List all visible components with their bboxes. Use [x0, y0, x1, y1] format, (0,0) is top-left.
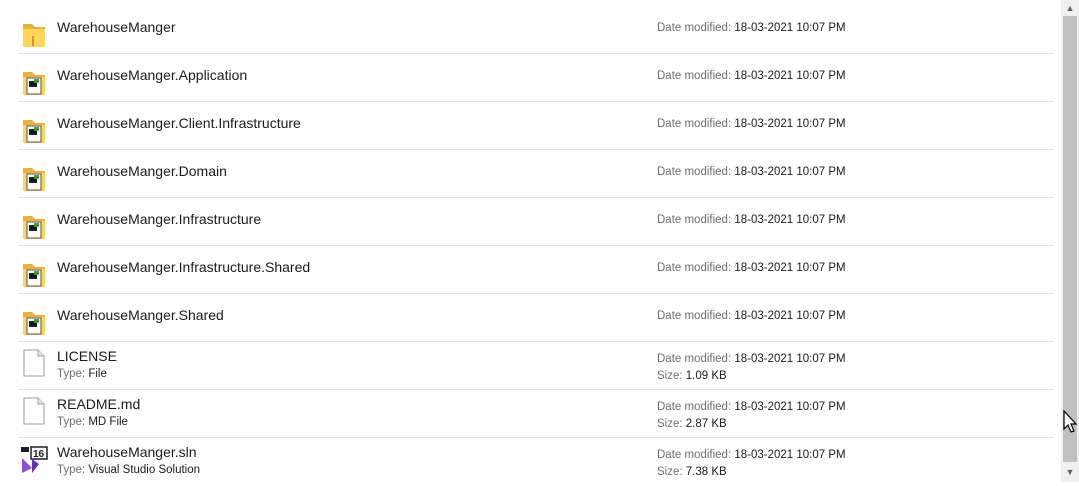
item-name: LICENSE	[57, 348, 117, 364]
folder-icon	[20, 20, 48, 50]
item-name: WarehouseManger.Client.Infrastructure	[57, 115, 301, 131]
item-name: WarehouseManger	[57, 19, 176, 35]
date-value: 18-03-2021 10:07 PM	[734, 262, 846, 274]
file-icon	[20, 396, 48, 426]
type-value: File	[88, 368, 107, 380]
list-item[interactable]: README.md Type: MD File Date modified: 18-…	[0, 390, 1054, 438]
list-item[interactable]: WarehouseManger.Client.Infrastructure Dat…	[0, 102, 1054, 150]
item-name: WarehouseManger.Application	[57, 67, 248, 83]
date-label: Date modified:	[657, 70, 732, 82]
scrollbar-thumb[interactable]	[1063, 16, 1077, 462]
item-name: WarehouseManger.Infrastructure.Shared	[57, 259, 311, 275]
project-folder-icon	[20, 212, 48, 242]
date-modified: Date modified: 18-03-2021 10:07 PM	[657, 22, 846, 34]
date-label: Date modified:	[657, 353, 732, 365]
list-item[interactable]: WarehouseManger.Application Date modified…	[0, 54, 1054, 102]
date-modified: Date modified: 18-03-2021 10:07 PM	[657, 449, 846, 461]
date-label: Date modified:	[657, 214, 732, 226]
date-label: Date modified:	[657, 401, 732, 413]
visual-studio-solution-icon: 16	[20, 444, 48, 474]
list-item[interactable]: WarehouseManger.Shared Date modified: 18-…	[0, 294, 1054, 342]
project-folder-icon	[20, 68, 48, 98]
date-label: Date modified:	[657, 22, 732, 34]
date-value: 18-03-2021 10:07 PM	[734, 401, 846, 413]
item-type: Type: File	[57, 368, 107, 380]
date-label: Date modified:	[657, 262, 732, 274]
date-modified: Date modified: 18-03-2021 10:07 PM	[657, 401, 846, 413]
type-label: Type:	[57, 464, 86, 476]
type-label: Type:	[57, 368, 86, 380]
file-size: Size: 1.09 KB	[657, 370, 727, 382]
file-icon	[20, 348, 48, 378]
date-label: Date modified:	[657, 310, 732, 322]
mouse-cursor-icon	[1063, 410, 1078, 433]
list-item[interactable]: WarehouseManger.Infrastructure.Shared Dat…	[0, 246, 1054, 294]
project-folder-icon	[20, 308, 48, 338]
date-label: Date modified:	[657, 166, 732, 178]
size-value: 1.09 KB	[685, 370, 727, 382]
list-item[interactable]: 16 WarehouseManger.sln Type: Visual Studio…	[0, 438, 1054, 486]
date-value: 18-03-2021 10:07 PM	[734, 214, 846, 226]
date-modified: Date modified: 18-03-2021 10:07 PM	[657, 166, 846, 178]
date-value: 18-03-2021 10:07 PM	[734, 449, 846, 461]
date-value: 18-03-2021 10:07 PM	[734, 353, 846, 365]
file-list: WarehouseManger Date modified: 18-03-2021…	[0, 0, 1060, 482]
type-value: MD File	[88, 416, 128, 428]
svg-text:16: 16	[33, 449, 45, 460]
file-size: Size: 7.38 KB	[657, 466, 727, 478]
item-name: WarehouseManger.Infrastructure	[57, 211, 262, 227]
scroll-down-arrow-icon[interactable]: ▼	[1061, 464, 1079, 480]
size-value: 7.38 KB	[685, 466, 727, 478]
project-folder-icon	[20, 164, 48, 194]
date-value: 18-03-2021 10:07 PM	[734, 70, 846, 82]
date-value: 18-03-2021 10:07 PM	[734, 166, 846, 178]
item-name: WarehouseManger.Domain	[57, 163, 227, 179]
date-label: Date modified:	[657, 449, 732, 461]
date-modified: Date modified: 18-03-2021 10:07 PM	[657, 262, 846, 274]
item-name: WarehouseManger.Shared	[57, 307, 224, 323]
file-size: Size: 2.87 KB	[657, 418, 727, 430]
type-value: Visual Studio Solution	[88, 464, 201, 476]
size-label: Size:	[657, 418, 683, 430]
size-label: Size:	[657, 466, 683, 478]
date-label: Date modified:	[657, 118, 732, 130]
list-item[interactable]: LICENSE Type: File Date modified: 18-03-20…	[0, 342, 1054, 390]
type-label: Type:	[57, 416, 86, 428]
size-value: 2.87 KB	[685, 418, 727, 430]
scroll-up-arrow-icon[interactable]: ▲	[1061, 0, 1079, 16]
item-type: Type: Visual Studio Solution	[57, 464, 200, 476]
date-modified: Date modified: 18-03-2021 10:07 PM	[657, 118, 846, 130]
list-item[interactable]: WarehouseManger.Infrastructure Date modif…	[0, 198, 1054, 246]
size-label: Size:	[657, 370, 683, 382]
item-name: README.md	[57, 396, 141, 412]
date-modified: Date modified: 18-03-2021 10:07 PM	[657, 353, 846, 365]
project-folder-icon	[20, 116, 48, 146]
date-modified: Date modified: 18-03-2021 10:07 PM	[657, 310, 846, 322]
item-name: WarehouseManger.sln	[57, 444, 197, 460]
item-type: Type: MD File	[57, 416, 128, 428]
date-modified: Date modified: 18-03-2021 10:07 PM	[657, 214, 846, 226]
project-folder-icon	[20, 260, 48, 290]
list-item[interactable]: WarehouseManger Date modified: 18-03-2021…	[0, 6, 1054, 54]
list-item[interactable]: WarehouseManger.Domain Date modified: 18-…	[0, 150, 1054, 198]
date-modified: Date modified: 18-03-2021 10:07 PM	[657, 70, 846, 82]
date-value: 18-03-2021 10:07 PM	[734, 118, 846, 130]
date-value: 18-03-2021 10:07 PM	[734, 22, 846, 34]
date-value: 18-03-2021 10:07 PM	[734, 310, 846, 322]
